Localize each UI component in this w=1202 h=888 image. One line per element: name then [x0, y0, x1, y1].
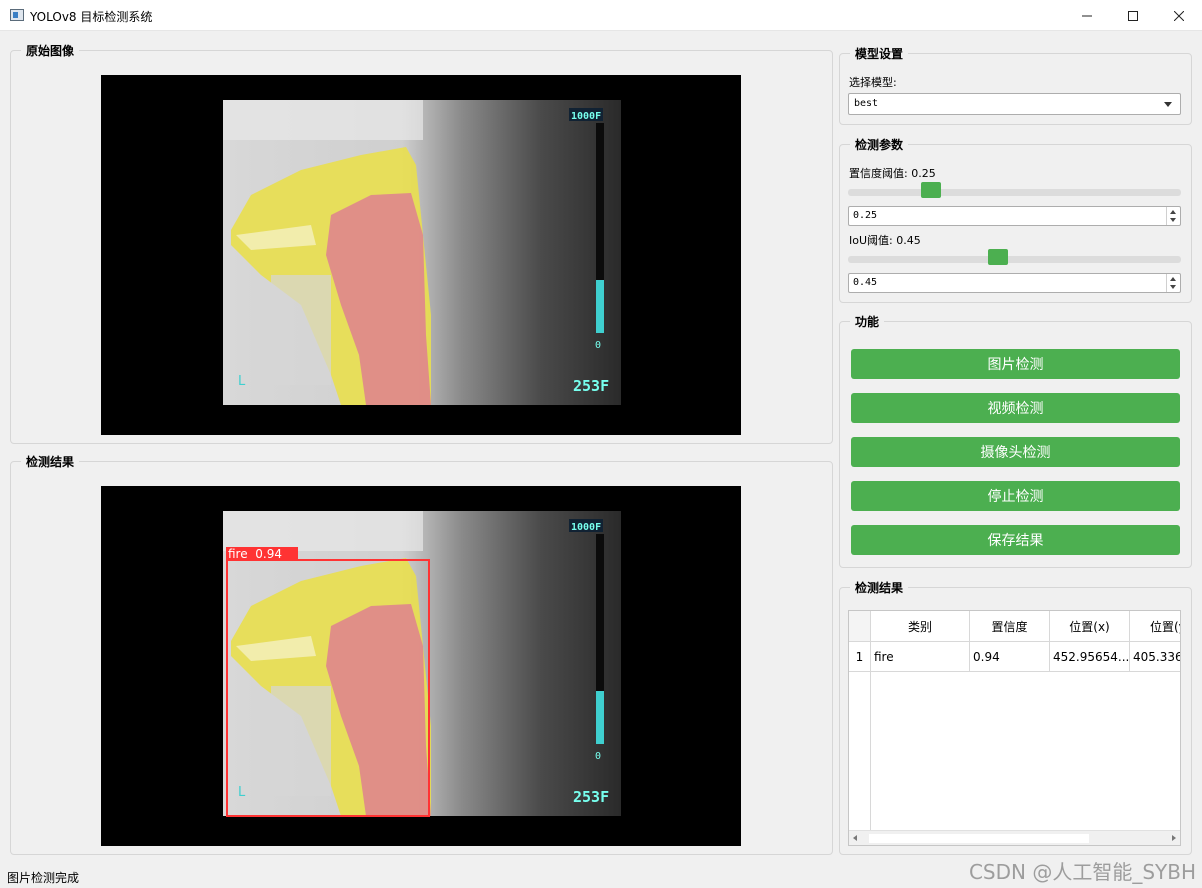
scroll-thumb[interactable]	[869, 834, 1089, 843]
corner-mark-result: L	[238, 785, 246, 800]
iou-label: IoU阈值: 0.45	[849, 234, 921, 247]
spin-arrows[interactable]	[1166, 207, 1180, 225]
temp-reading: 253F	[573, 377, 609, 395]
title-bar: YOLOv8 目标检测系统	[0, 0, 1202, 31]
spin-up-icon	[1170, 210, 1176, 214]
table-horizontal-scrollbar[interactable]	[849, 830, 1180, 845]
result-image-view: 1000F 0 253F L fire 0.94	[101, 486, 741, 846]
functions-title: 功能	[850, 313, 885, 330]
video-detect-button[interactable]: 视频检测	[851, 393, 1180, 423]
column-header-class[interactable]: 类别	[871, 611, 970, 642]
iou-spinbox[interactable]: 0.45	[848, 273, 1181, 293]
row-header-empty	[849, 672, 871, 831]
results-title: 检测结果	[850, 579, 909, 596]
model-settings-title: 模型设置	[850, 45, 909, 62]
spin-up-icon	[1170, 277, 1176, 281]
cell-class[interactable]: fire	[871, 642, 970, 672]
confidence-spinbox[interactable]: 0.25	[848, 206, 1181, 226]
close-icon	[1174, 10, 1184, 21]
scroll-right-icon[interactable]	[1172, 835, 1176, 841]
temp-reading-result: 253F	[573, 788, 609, 806]
table-corner[interactable]	[849, 611, 871, 642]
save-results-button[interactable]: 保存结果	[851, 525, 1180, 555]
scale-bottom-label: 0	[595, 340, 601, 351]
confidence-slider-handle[interactable]	[921, 182, 942, 198]
iou-value: 0.45	[853, 277, 878, 288]
column-header-y[interactable]: 位置(y)	[1130, 611, 1180, 642]
chevron-down-icon	[1164, 102, 1172, 107]
thermal-image-original: 1000F 0 253F L	[223, 100, 621, 405]
status-bar-text: 图片检测完成	[7, 871, 80, 885]
scale-bottom-label-result: 0	[595, 751, 601, 762]
iou-slider-track	[848, 256, 1181, 263]
confidence-slider-track	[848, 189, 1181, 196]
model-select-label: 选择模型:	[849, 76, 897, 89]
close-button[interactable]	[1156, 0, 1202, 31]
camera-detect-button[interactable]: 摄像头检测	[851, 437, 1180, 467]
row-index[interactable]: 1	[849, 642, 871, 672]
detect-params-title: 检测参数	[850, 136, 909, 153]
original-image-title: 原始图像	[21, 42, 80, 59]
watermark: CSDN @人工智能_SYBH	[968, 860, 1196, 884]
minimize-button[interactable]	[1064, 0, 1110, 31]
corner-mark: L	[238, 374, 246, 389]
confidence-label: 置信度阈值: 0.25	[849, 167, 936, 180]
scale-top-label: 1000F	[571, 111, 601, 122]
cell-x[interactable]: 452.95654...	[1050, 642, 1130, 672]
scale-top-label-result: 1000F	[571, 522, 601, 533]
thermal-image-result: 1000F 0 253F L fire 0.94	[223, 511, 621, 817]
stop-detect-button[interactable]: 停止检测	[851, 481, 1180, 511]
minimize-icon	[1082, 15, 1092, 16]
iou-slider[interactable]	[848, 249, 1181, 267]
iou-slider-handle[interactable]	[987, 249, 1008, 265]
window-title: YOLOv8 目标检测系统	[30, 10, 153, 24]
app-icon	[10, 9, 24, 21]
spin-down-icon	[1170, 218, 1176, 222]
original-image-view: 1000F 0 253F L	[101, 75, 741, 435]
model-select[interactable]: best	[848, 93, 1181, 115]
maximize-icon	[1128, 10, 1138, 21]
result-image-title: 检测结果	[21, 453, 80, 470]
detection-label: fire 0.94	[228, 547, 282, 561]
results-table[interactable]: 类别 置信度 位置(x) 位置(y) 1 fire 0.94 452.95654…	[848, 610, 1181, 846]
cell-confidence[interactable]: 0.94	[970, 642, 1050, 672]
image-detect-button[interactable]: 图片检测	[851, 349, 1180, 379]
spin-arrows[interactable]	[1166, 274, 1180, 292]
spin-down-icon	[1170, 285, 1176, 289]
model-select-value: best	[854, 98, 879, 109]
column-header-confidence[interactable]: 置信度	[970, 611, 1050, 642]
confidence-value: 0.25	[853, 210, 878, 221]
column-header-x[interactable]: 位置(x)	[1050, 611, 1130, 642]
scroll-left-icon[interactable]	[853, 835, 857, 841]
cell-y[interactable]: 405.33637...	[1130, 642, 1180, 672]
maximize-button[interactable]	[1110, 0, 1156, 31]
confidence-slider[interactable]	[848, 182, 1181, 200]
